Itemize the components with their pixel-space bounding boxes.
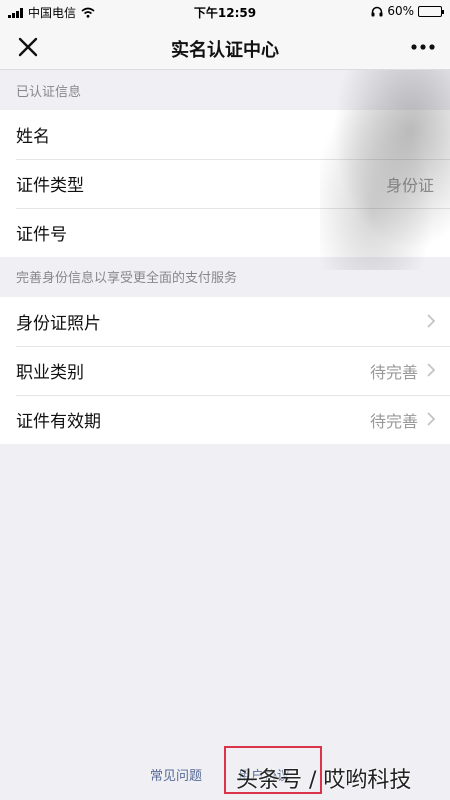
name-row: 姓名 — [0, 110, 450, 159]
complete-section-header: 完善身份信息以享受更全面的支付服务 — [16, 271, 238, 286]
nav-bar: 实名认证中心 — [0, 24, 450, 70]
complete-card: 身份证照片 职业类别 待完善 证件有效期 待完善 — [0, 297, 450, 444]
id-photo-label: 身份证照片 — [16, 314, 101, 334]
id-number-row: 证件号 — [0, 208, 450, 257]
headphones-icon — [371, 6, 383, 16]
id-validity-value: 待完善 — [369, 411, 418, 431]
id-validity-label: 证件有效期 — [16, 412, 101, 432]
faq-link[interactable]: 常见问题 — [150, 765, 202, 784]
occupation-row[interactable]: 职业类别 待完善 — [0, 346, 450, 395]
id-validity-row[interactable]: 证件有效期 待完善 — [0, 395, 450, 444]
id-type-row: 证件类型 身份证 — [0, 159, 450, 208]
verified-section-header: 已认证信息 — [16, 85, 82, 100]
more-icon[interactable] — [408, 36, 438, 58]
chevron-right-icon — [427, 363, 436, 377]
chevron-right-icon — [427, 314, 436, 328]
id-photo-row[interactable]: 身份证照片 — [0, 297, 450, 346]
id-type-label: 证件类型 — [16, 176, 84, 196]
id-number-label: 证件号 — [16, 225, 67, 245]
occupation-value: 待完善 — [369, 362, 418, 382]
page-title: 实名认证中心 — [171, 40, 279, 61]
chevron-right-icon — [427, 412, 436, 426]
battery-icon — [418, 5, 444, 17]
name-label: 姓名 — [16, 127, 50, 147]
occupation-label: 职业类别 — [16, 363, 84, 383]
verified-card: 姓名 证件类型 身份证 证件号 — [0, 110, 450, 257]
status-bar: 中国电信 下午12:59 60% — [0, 0, 450, 24]
watermark: 头条号 / 哎哟科技 — [236, 768, 412, 793]
battery-percent: 60% — [387, 4, 414, 18]
id-type-value: 身份证 — [385, 175, 434, 195]
